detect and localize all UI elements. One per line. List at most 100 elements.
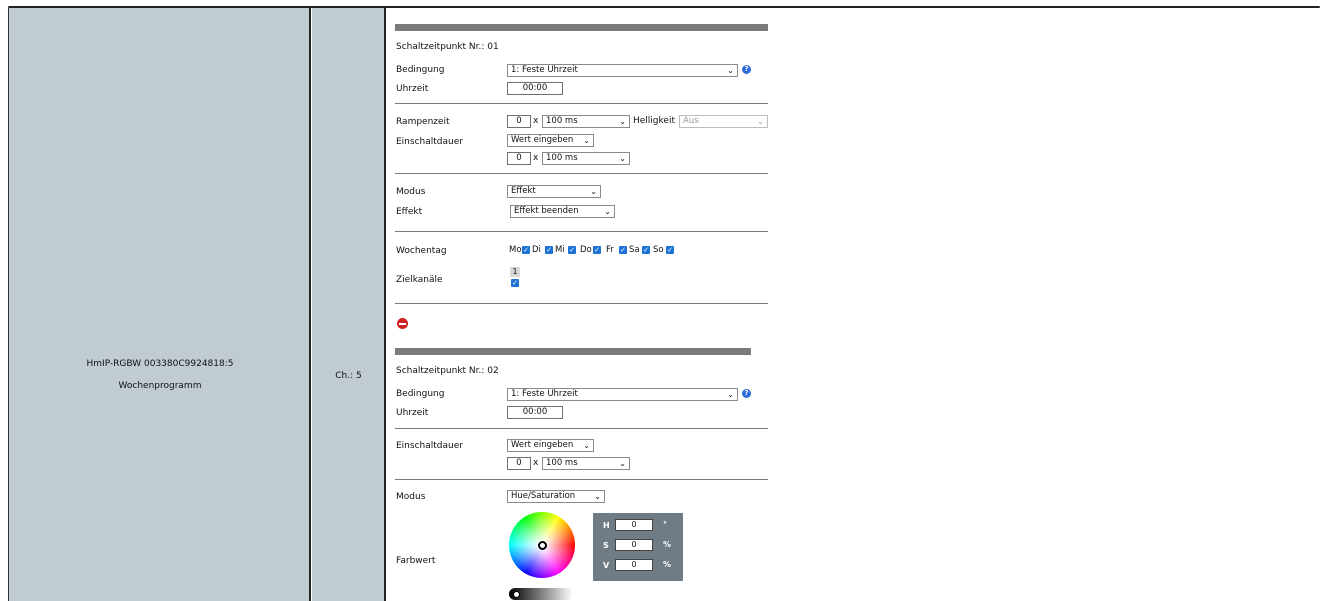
help-icon[interactable]: ?	[742, 389, 751, 398]
time-label: Uhrzeit	[396, 84, 429, 94]
target-channel-number: 1	[510, 267, 520, 277]
duration-mode-select[interactable]: Wert eingeben ⌄	[507, 439, 594, 452]
hue-input[interactable]: 0	[615, 519, 653, 531]
chevron-down-icon: ⌄	[583, 136, 590, 145]
condition-label: Bedingung	[396, 65, 445, 75]
column-divider	[384, 8, 386, 601]
saturation-label: S	[603, 541, 609, 550]
brightness-select[interactable]: Aus ⌄	[679, 115, 768, 128]
time-label: Uhrzeit	[396, 408, 429, 418]
hue-unit: °	[663, 520, 667, 529]
weekday-label-sa: Sa	[629, 245, 640, 255]
effect-select[interactable]: Effekt beenden ⌄	[510, 205, 615, 218]
times-sign: x	[533, 153, 539, 163]
delete-slot-icon[interactable]	[397, 318, 408, 329]
duration-mode-value: Wert eingeben	[511, 135, 574, 145]
weekday-checkbox-mi[interactable]: ✓	[568, 246, 576, 254]
duration-value-input[interactable]: 0	[507, 152, 531, 165]
chevron-down-icon: ⌄	[590, 187, 597, 196]
color-wheel[interactable]	[509, 512, 575, 578]
mode-select[interactable]: Effekt ⌄	[507, 185, 601, 198]
color-wheel-handle[interactable]	[538, 541, 547, 550]
chevron-down-icon: ⌄	[727, 390, 734, 399]
weekday-checkbox-so[interactable]: ✓	[666, 246, 674, 254]
divider	[395, 231, 768, 232]
times-sign: x	[533, 458, 539, 468]
value-label: V	[603, 561, 610, 570]
weekday-checkbox-do[interactable]: ✓	[593, 246, 601, 254]
condition-select[interactable]: 1: Feste Uhrzeit ⌄	[507, 64, 738, 77]
value-input[interactable]: 0	[615, 559, 653, 571]
schedule-pane: Schaltzeitpunkt Nr.: 01 Bedingung 1: Fes…	[387, 8, 1321, 601]
divider	[395, 303, 768, 304]
duration-label: Einschaltdauer	[396, 441, 463, 451]
chevron-down-icon: ⌄	[727, 66, 734, 75]
program-editor: HmIP-RGBW 003380C9924818:5 Wochenprogram…	[0, 0, 1321, 601]
brightness-value: Aus	[683, 116, 699, 126]
brightness-slider[interactable]	[509, 588, 573, 600]
duration-value-input[interactable]: 0	[507, 457, 531, 470]
slot-header-bar	[395, 24, 768, 31]
mode-value: Effekt	[511, 186, 536, 196]
divider	[395, 173, 768, 174]
effect-label: Effekt	[396, 207, 423, 217]
ramp-label: Rampenzeit	[396, 117, 450, 127]
target-channels-label: Zielkanäle	[396, 275, 443, 285]
saturation-unit: %	[663, 540, 672, 549]
weekday-checkbox-sa[interactable]: ✓	[642, 246, 650, 254]
chevron-down-icon: ⌄	[594, 492, 601, 501]
target-channel-checkbox[interactable]: ✓	[511, 279, 519, 287]
time-input[interactable]: 00:00	[507, 406, 563, 419]
slider-knob[interactable]	[513, 591, 520, 598]
chevron-down-icon: ⌄	[619, 117, 626, 126]
divider	[395, 103, 768, 104]
slot-title: Schaltzeitpunkt Nr.: 02	[396, 366, 499, 376]
weekday-label-fr: Fr	[606, 245, 614, 255]
weekday-label-mo: Mo	[509, 245, 522, 255]
duration-unit-value: 100 ms	[546, 458, 578, 468]
column-divider	[309, 8, 311, 601]
chevron-down-icon: ⌄	[619, 459, 626, 468]
time-input[interactable]: 00:00	[507, 82, 563, 95]
condition-select[interactable]: 1: Feste Uhrzeit ⌄	[507, 388, 738, 401]
divider	[395, 479, 768, 480]
device-name: HmIP-RGBW 003380C9924818:5	[86, 359, 234, 369]
chevron-down-icon: ⌄	[583, 441, 590, 450]
duration-mode-value: Wert eingeben	[511, 440, 574, 450]
condition-label: Bedingung	[396, 389, 445, 399]
condition-select-value: 1: Feste Uhrzeit	[511, 389, 578, 399]
duration-unit-select[interactable]: 100 ms ⌄	[542, 152, 630, 165]
weekday-label: Wochentag	[396, 246, 447, 256]
slot-title: Schaltzeitpunkt Nr.: 01	[396, 42, 499, 52]
value-unit: %	[663, 560, 672, 569]
saturation-input[interactable]: 0	[615, 539, 653, 551]
effect-value: Effekt beenden	[514, 206, 579, 216]
ramp-value-input[interactable]: 0	[507, 115, 531, 128]
hsv-panel: H 0 ° S 0 % V 0 %	[593, 513, 683, 581]
chevron-down-icon: ⌄	[619, 154, 626, 163]
hue-label: H	[603, 521, 610, 530]
help-icon[interactable]: ?	[742, 65, 751, 74]
device-column: HmIP-RGBW 003380C9924818:5 Wochenprogram…	[8, 8, 311, 601]
weekday-checkbox-fr[interactable]: ✓	[619, 246, 627, 254]
times-sign: x	[533, 116, 539, 126]
condition-select-value: 1: Feste Uhrzeit	[511, 65, 578, 75]
slot-header-bar	[395, 348, 751, 355]
weekday-checkbox-mo[interactable]: ✓	[522, 246, 530, 254]
mode-label: Modus	[396, 492, 426, 502]
divider	[395, 428, 768, 429]
channel-label: Ch.: 5	[335, 371, 362, 381]
weekday-label-do: Do	[580, 245, 592, 255]
duration-unit-select[interactable]: 100 ms ⌄	[542, 457, 630, 470]
weekday-label-so: So	[653, 245, 664, 255]
duration-unit-value: 100 ms	[546, 153, 578, 163]
chevron-down-icon: ⌄	[604, 207, 611, 216]
weekday-label-di: Di	[532, 245, 541, 255]
mode-select[interactable]: Hue/Saturation ⌄	[507, 490, 605, 503]
chevron-down-icon: ⌄	[757, 117, 764, 126]
ramp-unit-select[interactable]: 100 ms ⌄	[542, 115, 630, 128]
weekday-checkbox-di[interactable]: ✓	[545, 246, 553, 254]
duration-mode-select[interactable]: Wert eingeben ⌄	[507, 134, 594, 147]
mode-value: Hue/Saturation	[511, 491, 576, 501]
duration-label: Einschaltdauer	[396, 137, 463, 147]
